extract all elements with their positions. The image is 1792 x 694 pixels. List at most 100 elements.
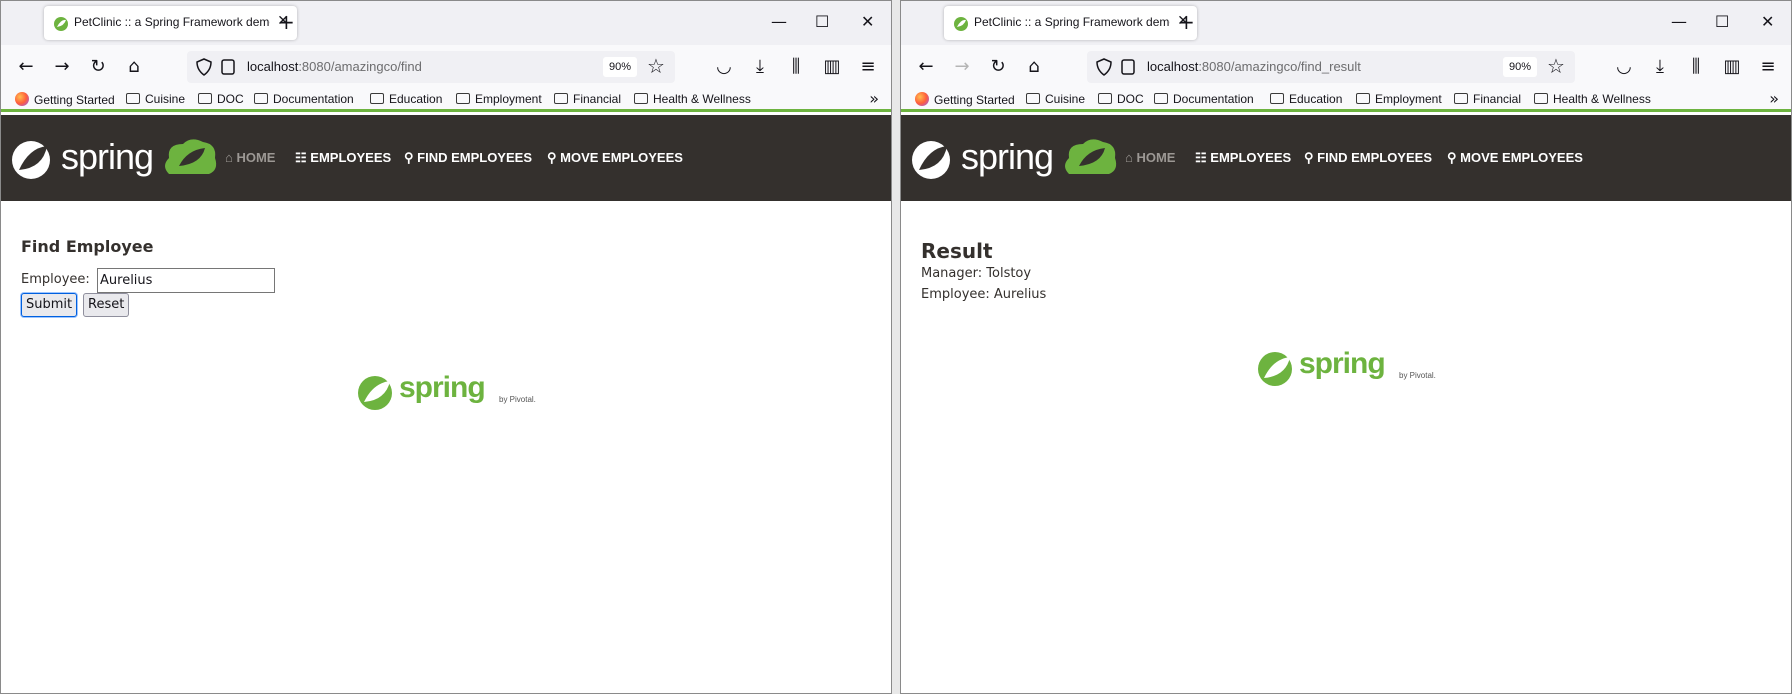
pocket-icon[interactable]: ◡ <box>1611 54 1637 80</box>
new-tab-icon[interactable]: + <box>1178 11 1195 33</box>
bookmark-folder[interactable]: Health & Wellness <box>1534 92 1651 106</box>
logo-text: spring <box>61 136 154 177</box>
folder-icon <box>1534 93 1548 104</box>
logo-text: spring <box>961 136 1054 177</box>
shield-icon[interactable] <box>195 58 213 76</box>
bookmark-folder[interactable]: Financial <box>1454 92 1521 106</box>
zoom-level[interactable]: 90% <box>1503 57 1537 77</box>
download-icon[interactable]: ⤓ <box>747 54 773 80</box>
url-bar[interactable]: localhost:8080/amazingco/find 90% ☆ <box>187 51 675 83</box>
nav-home-link[interactable]: ⌂ HOME <box>225 150 275 165</box>
tab-bar: PetClinic :: a Spring Framework demonstr… <box>901 1 1791 45</box>
url-bar[interactable]: localhost:8080/amazingco/find_result 90%… <box>1087 51 1575 83</box>
nav-employees-link[interactable]: ☷ EMPLOYEES <box>295 150 391 166</box>
bookmark-folder[interactable]: Employment <box>1356 92 1442 106</box>
url-text[interactable]: localhost:8080/amazingco/find <box>247 59 422 74</box>
bookmark-folder[interactable]: Employment <box>456 92 542 106</box>
spring-leaf-icon <box>358 376 392 410</box>
hamburger-menu-icon[interactable]: ≡ <box>855 54 881 80</box>
bookmarks-toolbar: Getting Started Cuisine DOC Documentatio… <box>1 88 891 112</box>
page-info-icon[interactable] <box>221 59 235 75</box>
spring-leaf-icon <box>12 141 50 179</box>
nav-move-employees-link[interactable]: ⚲ MOVE EMPLOYEES <box>1447 150 1583 166</box>
bookmark-folder[interactable]: Financial <box>554 92 621 106</box>
nav-home-link[interactable]: ⌂ HOME <box>1125 150 1175 165</box>
shield-icon[interactable] <box>1095 58 1113 76</box>
bookmark-star-icon[interactable]: ☆ <box>647 54 665 78</box>
url-text[interactable]: localhost:8080/amazingco/find_result <box>1147 59 1361 74</box>
bookmark-folder[interactable]: Documentation <box>1154 92 1254 106</box>
bookmark-folder[interactable]: DOC <box>1098 92 1144 106</box>
nav-find-employees-link[interactable]: ⚲ FIND EMPLOYEES <box>404 150 532 166</box>
reload-icon[interactable]: ↻ <box>985 54 1011 80</box>
firefox-icon <box>15 92 29 106</box>
spring-leaf-icon <box>912 141 950 179</box>
forward-arrow-icon[interactable]: → <box>49 54 75 80</box>
back-arrow-icon[interactable]: ← <box>913 54 939 80</box>
app-navbar: spring ⌂ HOME ☷ EMPLOYEES ⚲ FIND EMPLOYE… <box>1 115 891 201</box>
browser-window-left: PetClinic :: a Spring Framework demonstr… <box>0 0 892 694</box>
spring-favicon-icon <box>954 17 968 31</box>
footer-spring-logo: spring by Pivotal. <box>1257 347 1436 391</box>
back-arrow-icon[interactable]: ← <box>13 54 39 80</box>
browser-tab[interactable]: PetClinic :: a Spring Framework demonstr… <box>944 6 1197 40</box>
tab-title: PetClinic :: a Spring Framework demonstr… <box>974 15 1170 29</box>
bookmark-item[interactable]: Getting Started <box>915 92 1015 107</box>
close-window-icon[interactable]: ✕ <box>1761 12 1774 32</box>
zoom-level[interactable]: 90% <box>603 57 637 77</box>
navigation-toolbar: ← → ↻ ⌂ localhost:8080/amazingco/find 90… <box>1 45 891 88</box>
home-icon[interactable]: ⌂ <box>1021 54 1047 80</box>
chevron-more-icon[interactable]: » <box>869 89 879 108</box>
page-content: spring ⌂ HOME ☷ EMPLOYEES ⚲ FIND EMPLOYE… <box>901 115 1791 693</box>
bookmark-folder[interactable]: Health & Wellness <box>634 92 751 106</box>
chevron-more-icon[interactable]: » <box>1769 89 1779 108</box>
folder-icon <box>1098 93 1112 104</box>
maximize-icon[interactable]: ☐ <box>1715 12 1729 32</box>
new-tab-icon[interactable]: + <box>278 11 295 33</box>
page-title: Result <box>921 239 993 263</box>
browser-tab[interactable]: PetClinic :: a Spring Framework demonstr… <box>44 6 297 40</box>
bookmark-star-icon[interactable]: ☆ <box>1547 54 1565 78</box>
spring-favicon-icon <box>54 17 68 31</box>
library-icon[interactable]: ⫼ <box>783 54 809 80</box>
spring-logo[interactable]: spring <box>911 136 1117 180</box>
folder-icon <box>456 93 470 104</box>
library-icon[interactable]: ⫼ <box>1683 54 1709 80</box>
minimize-icon[interactable]: — <box>771 12 787 32</box>
hamburger-menu-icon[interactable]: ≡ <box>1755 54 1781 80</box>
page-info-icon[interactable] <box>1121 59 1135 75</box>
nav-find-employees-link[interactable]: ⚲ FIND EMPLOYEES <box>1304 150 1432 166</box>
close-window-icon[interactable]: ✕ <box>861 12 874 32</box>
bookmark-folder[interactable]: Education <box>370 92 442 106</box>
pocket-icon[interactable]: ◡ <box>711 54 737 80</box>
bookmark-folder[interactable]: Education <box>1270 92 1342 106</box>
sidebar-icon[interactable]: ▥ <box>1719 54 1745 80</box>
minimize-icon[interactable]: — <box>1671 12 1687 32</box>
reset-button[interactable]: Reset <box>83 293 130 317</box>
maximize-icon[interactable]: ☐ <box>815 12 829 32</box>
folder-icon <box>1154 93 1168 104</box>
nav-employees-link[interactable]: ☷ EMPLOYEES <box>1195 150 1291 166</box>
spring-logo[interactable]: spring <box>11 136 217 180</box>
nav-move-employees-link[interactable]: ⚲ MOVE EMPLOYEES <box>547 150 683 166</box>
bookmark-item[interactable]: Getting Started <box>15 92 115 107</box>
bookmark-folder[interactable]: DOC <box>198 92 244 106</box>
reload-icon[interactable]: ↻ <box>85 54 111 80</box>
forward-arrow-icon[interactable]: → <box>949 54 975 80</box>
bookmark-folder[interactable]: Documentation <box>254 92 354 106</box>
sidebar-icon[interactable]: ▥ <box>819 54 845 80</box>
download-icon[interactable]: ⤓ <box>1647 54 1673 80</box>
employee-input[interactable] <box>97 268 275 293</box>
employee-label: Employee: <box>21 272 90 287</box>
home-icon[interactable]: ⌂ <box>121 54 147 80</box>
bookmark-folder[interactable]: Cuisine <box>126 92 185 106</box>
cloud-badge-icon <box>165 139 217 174</box>
folder-icon <box>554 93 568 104</box>
app-navbar: spring ⌂ HOME ☷ EMPLOYEES ⚲ FIND EMPLOYE… <box>901 115 1791 201</box>
submit-button[interactable]: Submit <box>21 293 78 317</box>
bookmark-folder[interactable]: Cuisine <box>1026 92 1085 106</box>
bookmarks-toolbar: Getting Started Cuisine DOC Documentatio… <box>901 88 1791 112</box>
browser-window-right: PetClinic :: a Spring Framework demonstr… <box>900 0 1792 694</box>
tab-title: PetClinic :: a Spring Framework demonstr… <box>74 15 270 29</box>
folder-icon <box>1356 93 1370 104</box>
